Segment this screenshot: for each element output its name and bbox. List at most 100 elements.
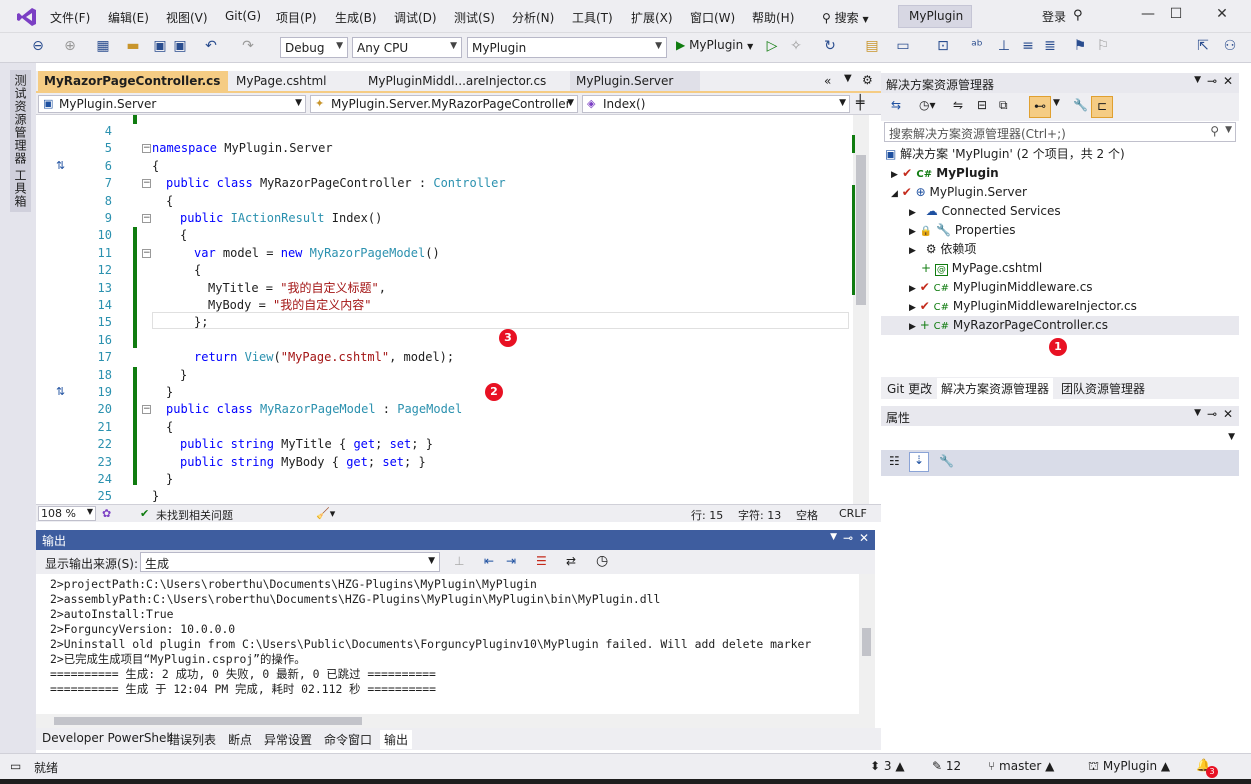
tab-breakpoints[interactable]: 断点	[224, 730, 256, 749]
git-repo-indicator[interactable]: ⛫ MyPlugin ▲	[1088, 759, 1170, 775]
solution-configuration-select[interactable]: Debug ▼	[280, 37, 348, 58]
switch-views-icon[interactable]: ⇆	[891, 98, 901, 112]
git-branch-indicator[interactable]: ⑂ master ▲	[988, 759, 1054, 773]
tree-mypage-cshtml[interactable]: + @ MyPage.cshtml	[921, 259, 1042, 278]
startup-project-select[interactable]: MyPlugin ▼	[467, 37, 667, 58]
maximize-button[interactable]: ☐	[1163, 6, 1189, 28]
code-line[interactable]: public string MyTitle { get; set; }	[180, 436, 433, 453]
new-project-icon[interactable]: ▦	[95, 38, 111, 54]
comment-icon[interactable]: ≡	[1020, 38, 1036, 54]
show-all-files-icon[interactable]: ⧉	[999, 98, 1008, 113]
go-to-location-icon[interactable]: ⊥	[454, 554, 464, 568]
member-dropdown[interactable]: ◈ Index() ▼	[582, 95, 850, 113]
close-icon[interactable]: ✕	[859, 531, 869, 545]
feedback-icon[interactable]: ⚇	[1222, 38, 1238, 54]
code-line[interactable]: {	[166, 193, 173, 210]
object-select-chevron-icon[interactable]: ▼	[1228, 432, 1235, 442]
fold-toggle-icon[interactable]: −	[142, 179, 151, 189]
pending-changes-icon[interactable]: ◷▾	[919, 98, 936, 112]
sync-icon[interactable]: ⇋	[953, 98, 963, 112]
menu-extensions[interactable]: 扩展(X)	[631, 9, 673, 26]
code-line[interactable]: var model = new MyRazorPageModel()	[194, 245, 440, 262]
code-line[interactable]: public string MyBody { get; set; }	[180, 454, 426, 471]
clear-all-icon[interactable]: ☰	[536, 554, 547, 568]
tab-output[interactable]: 输出	[380, 730, 413, 749]
chevron-down-icon[interactable]: ▼	[830, 532, 837, 542]
uncomment-icon[interactable]: ≣	[1042, 38, 1058, 54]
code-line[interactable]: {	[166, 419, 173, 436]
code-line[interactable]: }	[180, 367, 187, 384]
layout-icon[interactable]: ▭	[895, 38, 911, 54]
menu-edit[interactable]: 编辑(E)	[108, 9, 149, 26]
code-line[interactable]: public class MyRazorPageModel : PageMode…	[166, 401, 462, 418]
save-all-icon[interactable]: ▣	[172, 38, 188, 54]
menu-project[interactable]: 项目(P)	[276, 9, 317, 26]
preview-selected-icon[interactable]: ⊏	[1091, 96, 1113, 118]
split-icon[interactable]: ╪	[856, 95, 864, 111]
tree-mypluginmiddleware[interactable]: ▶ ✔ C# MyPluginMiddleware.cs	[909, 278, 1093, 297]
cleanup-icon[interactable]: 🧹▾	[316, 507, 335, 520]
code-line[interactable]: {	[194, 262, 201, 279]
menu-build[interactable]: 生成(B)	[335, 9, 377, 26]
chevron-down-icon[interactable]: ▼	[1194, 75, 1201, 85]
find-next-icon[interactable]: ⇥	[506, 554, 516, 568]
tree-dependencies[interactable]: ▶ ⚙ 依赖项	[909, 240, 976, 259]
output-text[interactable]: 2>projectPath:C:\Users\roberthu\Document…	[36, 574, 859, 714]
forward-icon[interactable]: ⊕	[62, 38, 78, 54]
menu-git[interactable]: Git(G)	[225, 9, 261, 23]
test-explorer-tab[interactable]: 测试资源管理器	[10, 70, 31, 169]
open-folder-icon[interactable]: ▬	[125, 38, 141, 54]
tree-project-myplugin[interactable]: ▶ ✔ C# MyPlugin	[891, 164, 999, 183]
bookmark-prev-icon[interactable]: ⚐	[1095, 38, 1111, 54]
filter-icon[interactable]: ⊷	[1029, 96, 1051, 118]
code-line[interactable]: MyBody = "我的自定义内容"	[208, 297, 371, 314]
tab-mypluginmiddlewareinjector[interactable]: MyPluginMiddl...areInjector.cs	[362, 71, 562, 91]
git-push-indicator[interactable]: ⬍ 3 ▲	[870, 759, 905, 773]
solution-search-input[interactable]: 搜索解决方案资源管理器(Ctrl+;) ⚲ ▼	[884, 122, 1236, 142]
code-line[interactable]: };	[194, 314, 208, 331]
codelens-reference-icon[interactable]: ⇅	[56, 159, 65, 172]
tree-mypluginmiddlewareinjector[interactable]: ▶ ✔ C# MyPluginMiddlewareInjector.cs	[909, 297, 1137, 316]
categorized-icon[interactable]: ☷	[889, 454, 900, 468]
alphabetical-icon[interactable]: ⇣	[909, 452, 929, 472]
bookmark-icon[interactable]: ⚑	[1072, 38, 1088, 54]
spellcheck-icon[interactable]: ᵃᵇ	[969, 38, 985, 54]
find-prev-icon[interactable]: ⇤	[484, 554, 494, 568]
output-scroll-thumb[interactable]	[862, 628, 871, 656]
fold-toggle-icon[interactable]: −	[142, 405, 151, 415]
code-line[interactable]: public class MyRazorPageController : Con…	[166, 175, 506, 192]
toolbox-tab[interactable]: 工具箱	[10, 165, 31, 212]
notifications-button[interactable]: 🔔 3	[1196, 758, 1218, 778]
properties-icon[interactable]: 🔧	[1073, 98, 1088, 112]
line-ending-indicator[interactable]: CRLF	[839, 507, 867, 520]
menu-test[interactable]: 测试(S)	[454, 9, 495, 26]
start-without-debug-icon[interactable]: ▷	[764, 38, 780, 54]
pin-icon[interactable]: ⊸	[1207, 407, 1217, 421]
issues-status[interactable]: 未找到相关问题	[156, 507, 233, 523]
browse-icon[interactable]: ▤	[864, 38, 880, 54]
pin-icon[interactable]: ⊸	[1207, 74, 1217, 88]
code-line[interactable]: }	[152, 488, 159, 504]
code-line[interactable]: MyTitle = "我的自定义标题",	[208, 280, 386, 297]
tab-myplugin-server[interactable]: MyPlugin.Server	[570, 71, 700, 91]
git-edits-indicator[interactable]: ✎ 12	[932, 759, 961, 773]
tab-mypage[interactable]: MyPage.cshtml	[230, 71, 358, 91]
close-icon[interactable]: ✕	[1223, 407, 1233, 421]
search-menu[interactable]: ⚲ 搜索 ▼	[822, 9, 869, 26]
account-icon[interactable]: ⚲	[1073, 8, 1083, 23]
codelens-reference-icon[interactable]: ⇅	[56, 385, 65, 398]
code-line[interactable]: public IActionResult Index()	[180, 210, 382, 227]
tab-myrazorpagecontroller[interactable]: MyRazorPageController.cs ⊸ ×	[38, 71, 228, 91]
tree-myrazorpagecontroller[interactable]: ▶ + C# MyRazorPageController.cs	[881, 316, 1239, 335]
fold-toggle-icon[interactable]: −	[142, 214, 151, 223]
menu-help[interactable]: 帮助(H)	[752, 9, 794, 26]
menu-analyze[interactable]: 分析(N)	[512, 9, 554, 26]
breakpoint-icon[interactable]: ⊥	[996, 38, 1012, 54]
output-hscroll-thumb[interactable]	[54, 717, 362, 725]
tree-connected-services[interactable]: ▶ ☁ Connected Services	[909, 202, 1061, 221]
code-line[interactable]: }	[166, 384, 173, 401]
tab-command-window[interactable]: 命令窗口	[320, 730, 376, 749]
tree-solution-root[interactable]: ▣ 解决方案 'MyPlugin' (2 个项目，共 2 个)	[885, 145, 1125, 164]
timestamp-icon[interactable]: ◷	[596, 553, 608, 569]
chevron-down-icon[interactable]: ▼	[1053, 98, 1060, 108]
